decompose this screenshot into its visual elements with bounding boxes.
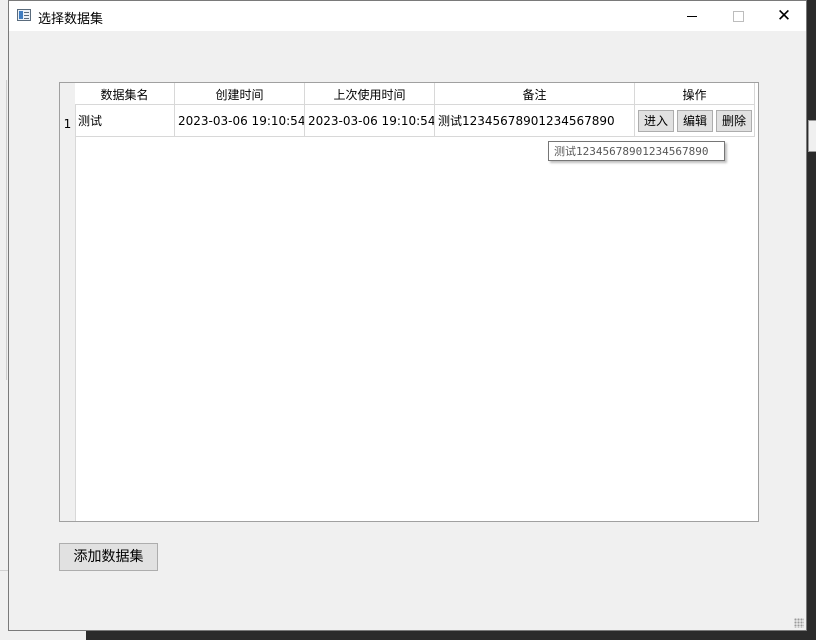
row-number[interactable]: 1 [60, 104, 75, 136]
maximize-icon [732, 11, 744, 22]
background-divider [0, 80, 7, 380]
delete-button[interactable]: 删除 [716, 110, 752, 132]
minimize-button[interactable] [669, 1, 715, 31]
row-header-column: 1 [60, 83, 76, 521]
enter-button[interactable]: 进入 [638, 110, 674, 132]
cell-created-time[interactable]: 2023-03-06 19:10:54 [175, 105, 305, 137]
cell-note[interactable]: 测试12345678901234567890 [435, 105, 635, 137]
note-tooltip: 测试12345678901234567890 [548, 141, 725, 161]
column-header-created[interactable]: 创建时间 [175, 83, 305, 105]
background-window-fragment [808, 120, 816, 152]
minimize-icon [687, 16, 697, 17]
add-dataset-button[interactable]: 添加数据集 [59, 543, 158, 571]
column-header-name[interactable]: 数据集名 [75, 83, 175, 105]
select-dataset-dialog: 选择数据集 ✕ 1 数据集名 创建时间 上次使用时间 备注 操作 测试 2023… [8, 0, 807, 631]
close-button[interactable]: ✕ [761, 1, 807, 31]
edit-button[interactable]: 编辑 [677, 110, 713, 132]
column-header-actions[interactable]: 操作 [635, 83, 755, 105]
cell-dataset-name[interactable]: 测试 [75, 105, 175, 137]
resize-grip-icon[interactable] [794, 618, 804, 628]
column-header-last-used[interactable]: 上次使用时间 [305, 83, 435, 105]
maximize-button[interactable] [715, 1, 761, 31]
app-window-icon [17, 9, 31, 21]
window-title: 选择数据集 [38, 12, 104, 27]
background-window-edge [0, 0, 8, 639]
column-header-note[interactable]: 备注 [435, 83, 635, 105]
cell-last-used-time[interactable]: 2023-03-06 19:10:54 [305, 105, 435, 137]
title-bar[interactable]: 选择数据集 ✕ [9, 1, 806, 31]
close-icon: ✕ [776, 6, 792, 26]
